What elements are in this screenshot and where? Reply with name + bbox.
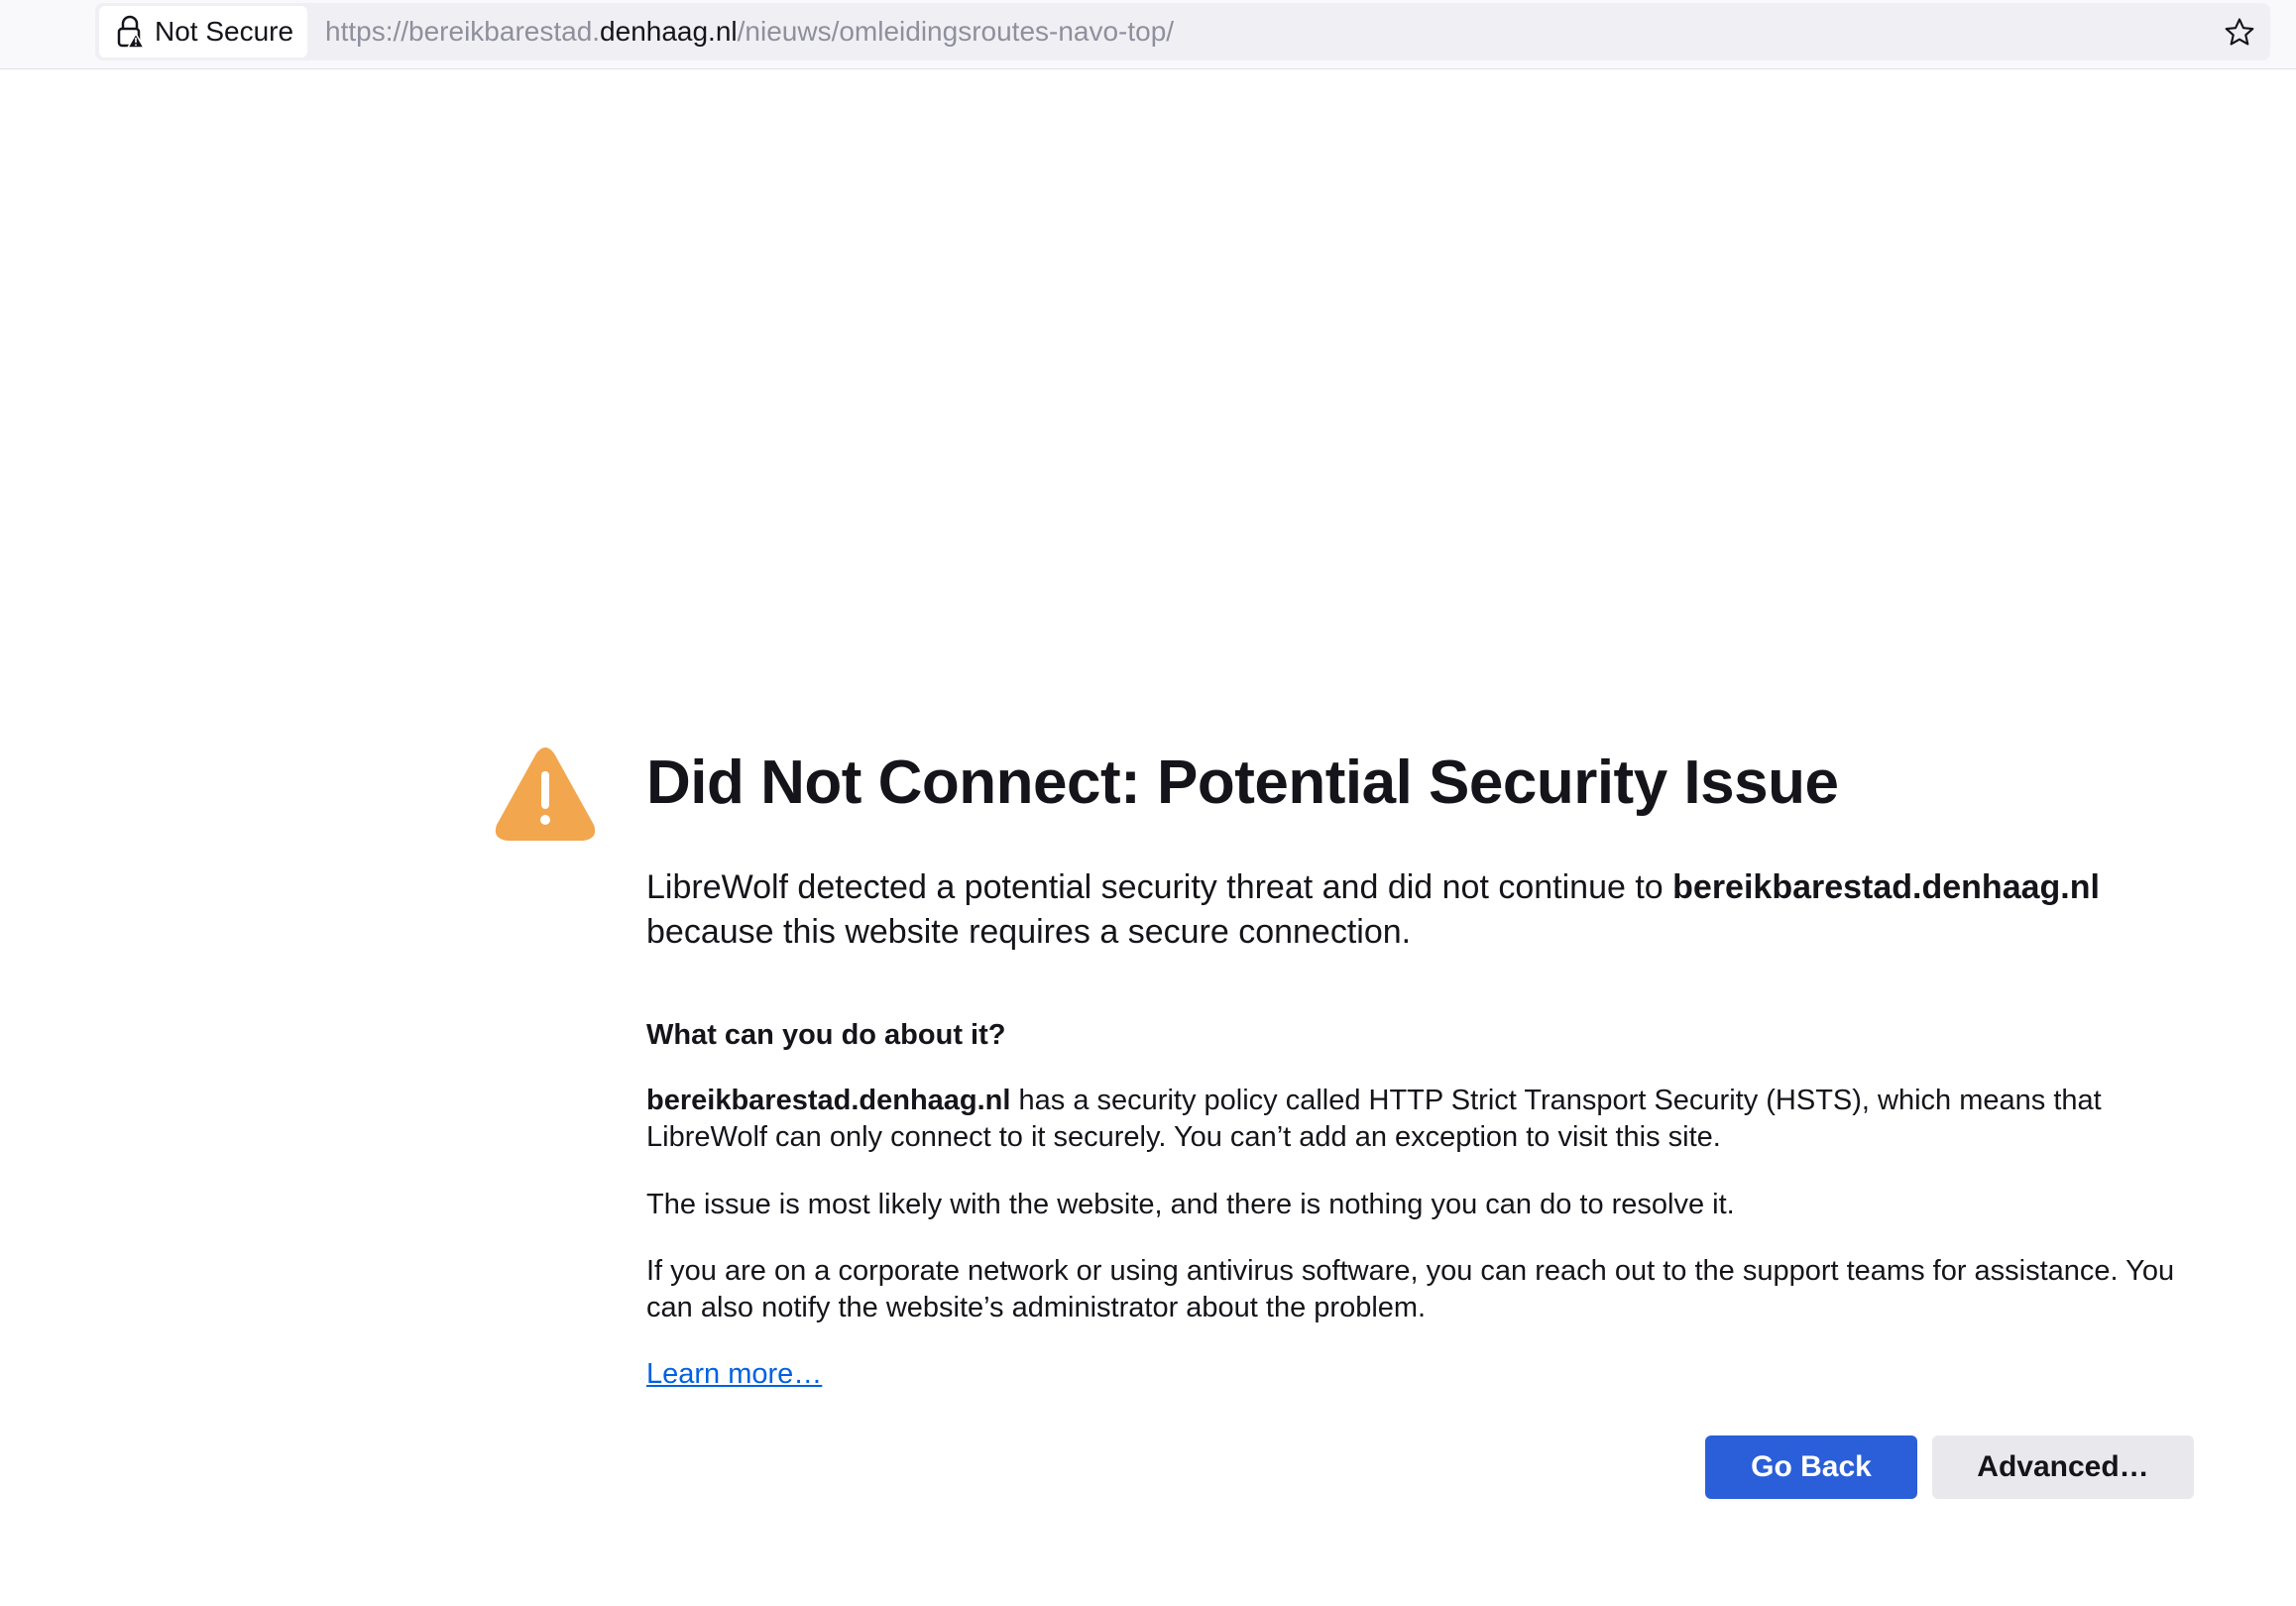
browser-toolbar: Not Secure https://bereikbarestad. denhaa… (0, 0, 2296, 69)
issue-paragraph: The issue is most likely with the websit… (646, 1189, 1735, 1220)
lock-warning-icon (117, 15, 145, 49)
error-title: Did Not Connect: Potential Security Issu… (646, 748, 1839, 817)
warning-triangle-icon (495, 747, 596, 841)
hsts-paragraph: bereikbarestad.denhaag.nl has a security… (646, 1083, 2193, 1156)
url-host: denhaag.nl (600, 16, 738, 47)
intro-text-after: because this website requires a secure c… (646, 913, 1412, 951)
support-paragraph: If you are on a corporate network or usi… (646, 1255, 2175, 1323)
intro-text-before: LibreWolf detected a potential security … (646, 868, 1673, 906)
section-title: What can you do about it? (646, 1019, 1006, 1051)
not-secure-label: Not Secure (155, 16, 294, 47)
star-icon[interactable] (2223, 16, 2256, 50)
hsts-host: bereikbarestad.denhaag.nl (646, 1085, 1011, 1116)
url-text[interactable]: https://bereikbarestad. denhaag.nl/nieuws… (325, 3, 1174, 60)
url-prefix: https://bereikbarestad. (325, 16, 601, 47)
advanced-button[interactable]: Advanced… (1932, 1435, 2194, 1499)
site-identity-button[interactable]: Not Secure (99, 6, 307, 57)
learn-more-link[interactable]: Learn more… (646, 1356, 822, 1393)
url-path: /nieuws/omleidingsroutes-navo-top/ (737, 16, 1175, 47)
intro-host: bereikbarestad.denhaag.nl (1672, 868, 2100, 906)
url-bar[interactable]: Not Secure https://bereikbarestad. denhaa… (95, 3, 2270, 60)
go-back-button[interactable]: Go Back (1705, 1435, 1917, 1499)
error-intro: LibreWolf detected a potential security … (646, 865, 2193, 955)
